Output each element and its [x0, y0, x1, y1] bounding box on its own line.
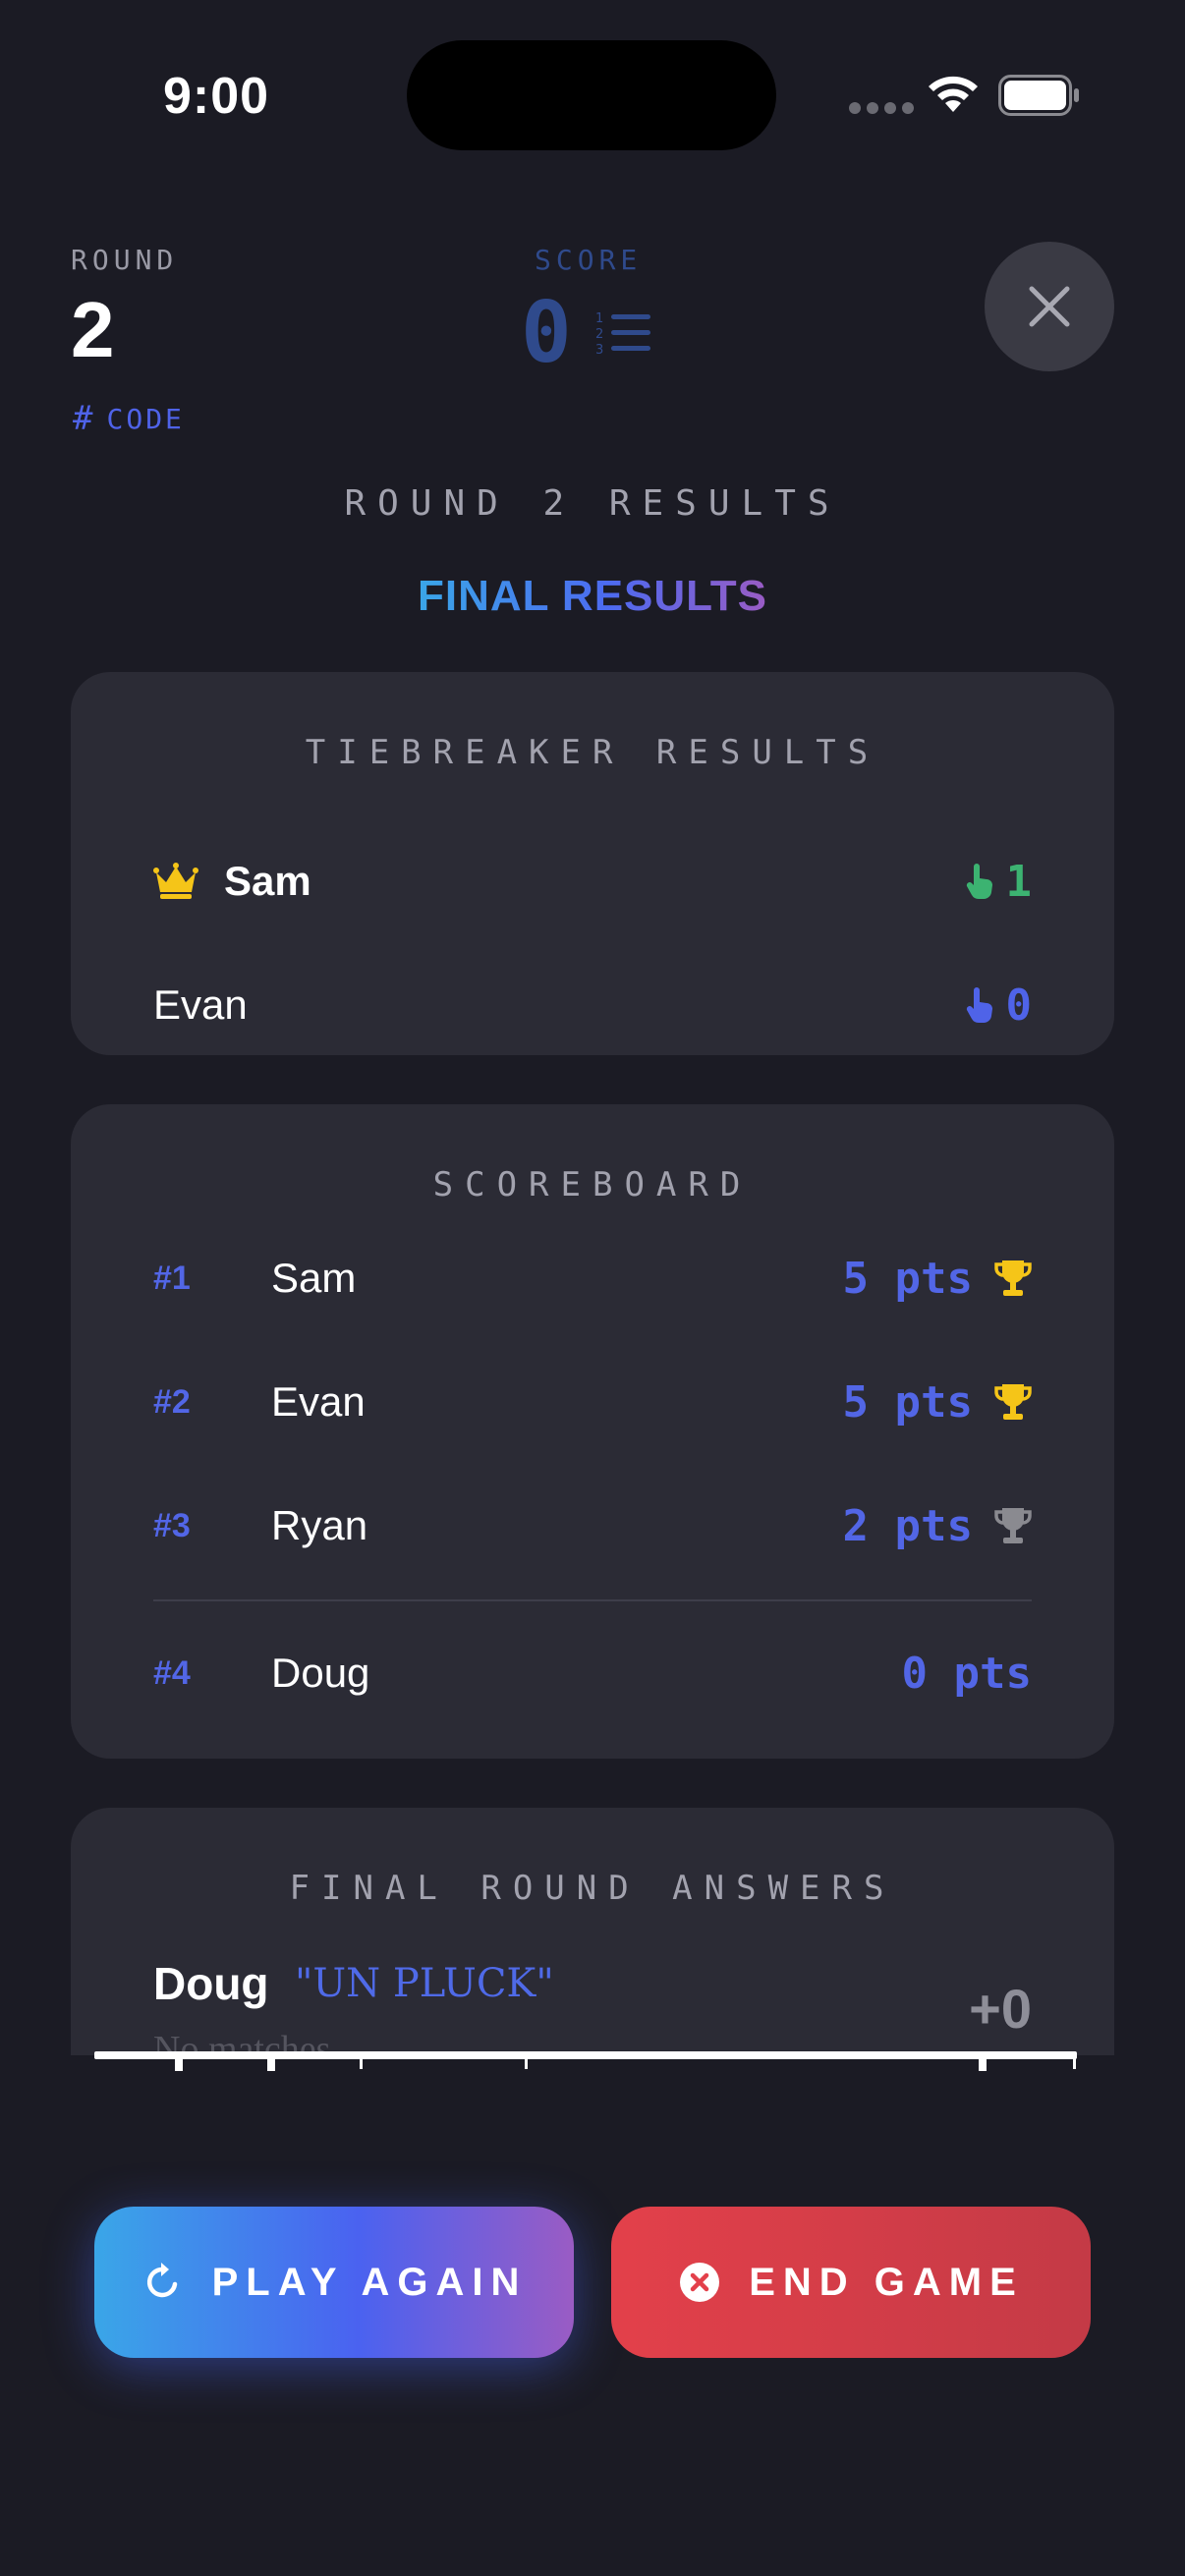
divider — [153, 1599, 1032, 1601]
room-code-button[interactable]: # CODE — [73, 399, 185, 438]
answer-player-name: Doug — [153, 1958, 269, 2009]
tiebreaker-title: TIEBREAKER RESULTS — [305, 733, 880, 772]
player-name: Ryan — [271, 1502, 368, 1548]
player-points: 0 pts — [901, 1648, 1032, 1699]
battery-icon — [998, 75, 1079, 116]
round-label: ROUND — [71, 244, 179, 276]
refresh-icon — [146, 2263, 177, 2298]
trophy-icon — [994, 1384, 1032, 1420]
scroll-edge-line — [94, 2051, 1077, 2059]
tiebreaker-row: Evan 0 — [153, 971, 1032, 1039]
round-number: 2 — [71, 286, 115, 373]
tap-hand-icon — [966, 987, 992, 1024]
answer-points: +0 — [969, 1978, 1032, 2040]
ruler-tick — [175, 2055, 183, 2071]
final-round-answers-title: FINAL ROUND ANSWERS — [289, 1869, 896, 1908]
player-points: 5 pts — [842, 1253, 973, 1304]
crown-icon — [153, 863, 198, 899]
tap-hand-icon — [966, 864, 992, 900]
player-points: 2 pts — [842, 1500, 973, 1551]
tiebreaker-name-wrap: Sam — [153, 858, 311, 905]
scoreboard-row: #4 Doug 0 pts — [153, 1639, 1032, 1708]
rank: #3 — [153, 1506, 191, 1544]
tiebreaker-score: 0 — [965, 980, 1033, 1031]
score-display[interactable]: 0 1 2 3 — [521, 291, 654, 375]
scoreboard-card: SCOREBOARD #1 Sam 5 pts #2 Evan 5 pts #3… — [71, 1104, 1114, 1759]
player-points: 5 pts — [842, 1376, 973, 1428]
close-button[interactable] — [985, 242, 1114, 371]
final-results-wrap: FINAL RESULTS — [0, 572, 1185, 621]
player-name: Doug — [271, 1650, 370, 1696]
player-name: Sam — [271, 1255, 357, 1301]
ruler-tick — [267, 2055, 275, 2071]
rank: #4 — [153, 1653, 191, 1692]
player-name: Evan — [271, 1378, 366, 1425]
trophy-icon — [994, 1508, 1032, 1543]
cellular-signal-icon — [849, 102, 914, 114]
scoreboard-row: #3 Ryan 2 pts — [153, 1491, 1032, 1560]
dynamic-island — [407, 40, 776, 150]
numbered-list-icon: 1 2 3 — [595, 311, 650, 358]
scoreboard-title: SCOREBOARD — [432, 1165, 753, 1204]
tiebreaker-score: 1 — [965, 856, 1033, 907]
tiebreaker-score-value: 0 — [1005, 980, 1033, 1031]
tiebreaker-player-name: Evan — [153, 981, 248, 1028]
tiebreaker-row: Sam 1 — [153, 847, 1032, 916]
answer-text: "UN PLUCK" — [295, 1961, 554, 2006]
round-results-title: ROUND 2 RESULTS — [344, 483, 841, 524]
close-icon — [1029, 286, 1070, 327]
tiebreaker-player-name: Sam — [224, 858, 311, 904]
trophy-icon — [994, 1260, 1032, 1296]
hash-icon: # — [73, 399, 93, 438]
ruler-tick — [1073, 2055, 1076, 2069]
score-label: SCORE — [535, 244, 643, 276]
results-screen: 9:00 ROUND 2 # CODE SCORE 0 1 2 3 ROUND … — [0, 0, 1185, 2576]
rank: #1 — [153, 1259, 191, 1297]
play-again-label: PLAY AGAIN — [211, 2260, 528, 2304]
tiebreaker-card: TIEBREAKER RESULTS Sam 1 Evan 0 — [71, 672, 1114, 1055]
rank: #2 — [153, 1382, 191, 1421]
score-value: 0 — [521, 284, 572, 382]
scoreboard-row: #1 Sam 5 pts — [153, 1244, 1032, 1313]
svg-text:3: 3 — [595, 343, 603, 358]
status-time: 9:00 — [163, 68, 270, 125]
tiebreaker-score-value: 1 — [1005, 856, 1033, 907]
wifi-icon — [929, 76, 978, 112]
code-label: CODE — [106, 402, 185, 435]
tiebreaker-name-wrap: Evan — [153, 981, 248, 1029]
svg-text:1: 1 — [595, 311, 603, 326]
final-results-title: FINAL RESULTS — [417, 572, 768, 620]
scoreboard-row: #2 Evan 5 pts — [153, 1368, 1032, 1436]
end-game-label: END GAME — [749, 2260, 1024, 2304]
svg-text:2: 2 — [595, 327, 603, 342]
x-circle-icon — [680, 2263, 720, 2302]
end-game-button[interactable]: END GAME — [611, 2207, 1091, 2358]
ruler-tick — [525, 2055, 528, 2069]
play-again-button[interactable]: PLAY AGAIN — [94, 2207, 574, 2358]
ruler-tick — [360, 2055, 363, 2069]
ruler-tick — [979, 2055, 987, 2071]
